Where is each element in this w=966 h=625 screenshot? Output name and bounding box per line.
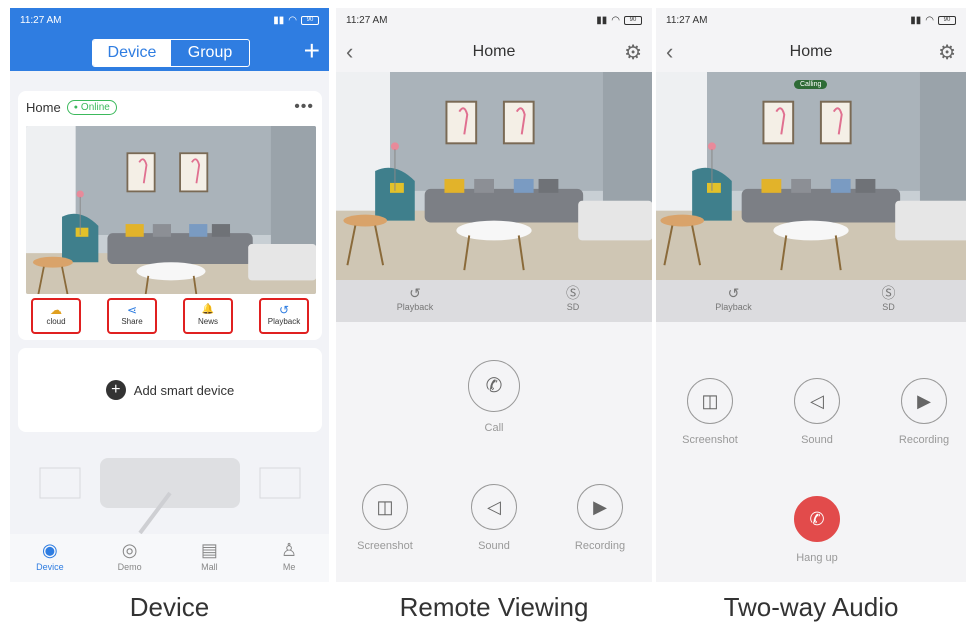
tab-bar-me[interactable]: ♙ Me [249,534,329,582]
recording-button[interactable]: ▶ Recording [889,378,959,446]
playback-icon: ↺ [409,285,421,301]
mall-icon: ▤ [200,540,218,560]
device-name: Home [26,99,61,115]
sd-icon: Ⓢ [566,285,580,301]
page-title: Home [789,43,833,60]
tab-bar-demo[interactable]: ◎ Demo [90,534,170,582]
device-card[interactable]: Home Online ••• ☁cloud ⋖Share 🔔News ↺Pla… [18,91,322,340]
news-button[interactable]: 🔔 News [183,298,233,334]
background-illustration [30,448,310,538]
status-bar: 11:27 AM ▮▮ ◠ 90 [336,8,652,32]
playback-toggle[interactable]: ↺ Playback [656,280,811,322]
status-bar: 11:27 AM ▮▮ ◠ 90 [10,8,329,32]
share-button[interactable]: ⋖ Share [107,298,157,334]
sd-toggle[interactable]: Ⓢ SD [494,280,652,322]
more-options-icon[interactable]: ••• [294,98,314,116]
sound-button[interactable]: ◁ Sound [782,378,852,446]
gear-icon[interactable]: ⚙ [936,40,956,65]
status-time: 11:27 AM [20,14,62,26]
sd-toggle[interactable]: Ⓢ SD [811,280,966,322]
sound-button[interactable]: ◁ Sound [459,484,529,552]
recording-button[interactable]: ▶ Recording [565,484,635,552]
signal-icon: ▮▮ [596,14,608,26]
cloud-button[interactable]: ☁ cloud [31,298,81,334]
bell-icon: 🔔 [201,304,215,315]
device-actions: ☁ cloud ⋖ Share 🔔 News ↺ Playback [18,298,322,334]
camera-icon: ◫ [362,484,408,530]
demo-icon: ◎ [121,540,138,560]
add-icon: + [105,380,126,400]
bottom-tab-bar: ◉ Device ◎ Demo ▤ Mall ♙ Me [10,534,329,582]
live-video[interactable] [336,72,652,280]
two-way-audio-screen: 11:27 AM ▮▮ ◠ 90 ‹ Home ⚙ Calling ↺ Playbac… [656,8,966,582]
tab-bar-mall[interactable]: ▤ Mall [170,534,250,582]
status-time: 11:27 AM [666,14,708,26]
online-badge: Online [66,99,117,115]
playback-icon: ↺ [727,285,740,301]
add-smart-device-label: Add smart device [133,382,235,398]
wifi-icon: ◠ [925,14,934,26]
nav-bar: ‹ Home ⚙ [336,32,652,72]
cloud-icon: ☁ [50,303,62,317]
playback-icon: ↺ [278,303,290,317]
device-screen: 11:27 AM ▮▮◠ 90 Device Group + Home Onlin… [10,8,329,582]
status-bar: 11:27 AM ▮▮ ◠ 90 [656,8,966,32]
back-icon[interactable]: ‹ [346,39,366,65]
phone-icon: ✆ [468,360,520,412]
camera-preview[interactable] [26,126,316,294]
remote-viewing-screen: 11:27 AM ▮▮ ◠ 90 ‹ Home ⚙ ↺ Playback Ⓢ SD ✆ … [336,8,652,582]
live-video[interactable] [656,72,966,280]
camera-icon: ◫ [687,378,733,424]
me-icon: ♙ [281,540,298,560]
sd-icon: Ⓢ [881,285,896,301]
back-icon[interactable]: ‹ [666,39,686,65]
wifi-icon: ◠ [288,14,297,26]
battery-icon: 90 [301,15,319,25]
speaker-icon: ◁ [794,378,840,424]
caption-device: Device [129,592,210,622]
screenshot-button[interactable]: ◫ Screenshot [350,484,420,552]
hang-up-button[interactable]: ✆ Hang up [782,496,852,564]
caption-remote-viewing: Remote Viewing [399,592,589,622]
nav-bar: ‹ Home ⚙ [656,32,966,72]
speaker-icon: ◁ [471,484,517,530]
tab-group[interactable]: Group [171,40,249,66]
device-header: 11:27 AM ▮▮ ◠ 90 Device Group + [10,8,329,71]
wifi-icon: ◠ [611,14,620,26]
add-button[interactable]: + [304,37,320,65]
caption-two-way-audio: Two-way Audio [723,592,899,622]
share-icon: ⋖ [126,303,138,317]
hang-up-icon: ✆ [794,496,840,542]
calling-badge: Calling [794,80,828,89]
battery-icon: 90 [938,15,956,25]
signal-icon: ▮▮ [910,14,922,26]
screenshot-button[interactable]: ◫ Screenshot [675,378,745,446]
video-camera-icon: ▶ [901,378,947,424]
playback-toggle[interactable]: ↺ Playback [336,280,494,322]
video-toolbar: ↺ Playback Ⓢ SD [336,280,652,322]
status-time: 11:27 AM [346,14,388,26]
video-camera-icon: ▶ [577,484,623,530]
tab-device[interactable]: Device [93,40,171,66]
page-title: Home [472,43,516,60]
device-icon: ◉ [42,540,58,560]
battery-icon: 90 [624,15,642,25]
call-button[interactable]: ✆ Call [468,360,520,434]
tab-bar-device[interactable]: ◉ Device [10,534,90,582]
signal-icon: ▮▮ [273,14,285,26]
device-group-toggle: Device Group [92,39,250,67]
playback-button[interactable]: ↺ Playback [259,298,309,334]
gear-icon[interactable]: ⚙ [622,40,642,65]
add-smart-device-button[interactable]: + Add smart device [18,348,322,432]
video-toolbar: ↺ Playback Ⓢ SD [656,280,966,322]
